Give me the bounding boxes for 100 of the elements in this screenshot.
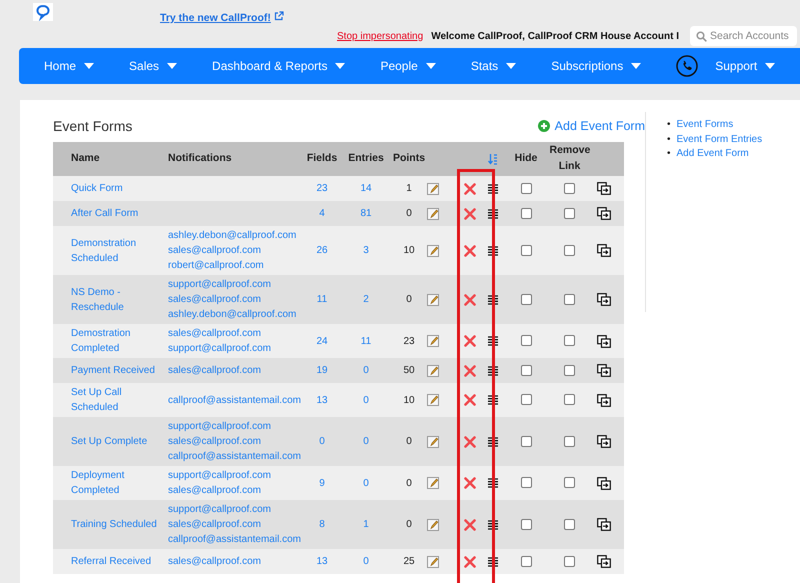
field-count-link[interactable]: 13 [316,392,328,408]
edit-icon[interactable] [427,477,439,489]
list-icon[interactable] [488,336,498,346]
copy-icon[interactable] [597,435,611,448]
edit-icon[interactable] [427,244,439,256]
hide-checkbox[interactable] [520,182,532,194]
search-field[interactable]: Search Accounts [690,26,797,46]
list-icon[interactable] [488,520,498,530]
entry-count-link[interactable]: 0 [363,554,369,569]
field-count-link[interactable]: 8 [319,517,325,532]
copy-icon[interactable] [597,244,611,257]
delete-icon[interactable] [464,556,476,568]
try-new-link[interactable]: Try the new CallProof! [160,11,271,27]
hide-checkbox[interactable] [520,556,532,567]
copy-icon[interactable] [597,334,611,348]
remove-link-checkbox[interactable] [564,244,575,256]
remove-link-checkbox[interactable] [564,208,575,219]
email-link[interactable]: callproof@assistantemail.com [168,532,301,547]
copy-icon[interactable] [597,394,611,406]
entry-count-link[interactable]: 0 [363,434,369,449]
entry-count-link[interactable]: 0 [363,476,369,490]
nav-menu-item[interactable]: Dashboard & Reports [212,57,346,75]
email-link[interactable]: sales@callproof.com [168,434,261,449]
delete-icon[interactable] [464,394,476,406]
entry-count-link[interactable]: 0 [363,392,369,408]
nav-menu-item[interactable]: Home [44,57,94,75]
remove-link-checkbox[interactable] [564,182,575,194]
entry-count-link[interactable]: 0 [363,363,369,378]
copy-icon[interactable] [597,207,611,220]
email-link[interactable]: sales@callproof.com [168,483,261,498]
email-link[interactable]: sales@callproof.com [168,326,261,341]
nav-menu-item[interactable]: Support [715,57,776,75]
email-link[interactable]: sales@callproof.com [168,292,261,307]
email-link[interactable]: callproof@assistantemail.com [168,449,301,464]
list-icon[interactable] [488,184,498,194]
delete-icon[interactable] [464,518,476,530]
list-icon[interactable] [488,395,498,405]
entry-count-link[interactable]: 81 [360,206,372,221]
remove-link-checkbox[interactable] [564,335,575,346]
copy-icon[interactable] [597,518,611,531]
field-count-link[interactable]: 26 [316,243,328,258]
stop-impersonating-link[interactable]: Stop impersonating [337,28,424,44]
email-link[interactable]: sales@callproof.com [168,517,261,532]
entry-count-link[interactable]: 1 [363,517,369,532]
list-icon[interactable] [488,556,498,566]
remove-link-checkbox[interactable] [564,394,575,406]
entry-count-link[interactable]: 11 [360,334,372,348]
list-icon[interactable] [488,366,498,376]
edit-icon[interactable] [427,518,439,530]
sidebar-link[interactable]: Event Forms [676,118,734,132]
edit-icon[interactable] [427,208,439,220]
remove-link-checkbox[interactable] [564,364,575,376]
hide-checkbox[interactable] [520,394,532,406]
hide-checkbox[interactable] [520,518,532,530]
email-link[interactable]: ashley.debon@callproof.com [168,307,296,322]
edit-icon[interactable] [427,364,439,376]
field-count-link[interactable]: 24 [316,334,328,348]
hide-checkbox[interactable] [520,335,532,346]
field-count-link[interactable]: 13 [316,554,328,569]
hide-checkbox[interactable] [520,294,532,305]
list-icon[interactable] [488,478,498,488]
remove-link-checkbox[interactable] [564,436,575,447]
email-link[interactable]: robert@callproof.com [168,258,264,273]
hide-checkbox[interactable] [520,208,532,219]
nav-menu-item[interactable]: People [380,57,436,75]
delete-icon[interactable] [464,335,476,347]
sidebar-link[interactable]: Event Form Entries [676,132,762,147]
remove-link-checkbox[interactable] [564,556,575,567]
email-link[interactable]: support@callproof.com [168,502,271,517]
entry-count-link[interactable]: 2 [363,292,369,307]
copy-icon[interactable] [597,293,611,306]
logo-icon[interactable] [33,3,53,21]
remove-link-checkbox[interactable] [564,477,575,488]
copy-icon[interactable] [597,364,611,377]
sidebar-link[interactable]: Add Event Form [676,147,749,162]
field-count-link[interactable]: 19 [316,363,328,378]
add-event-form-link[interactable]: Add Event Form [538,116,645,136]
remove-link-checkbox[interactable] [564,294,575,305]
nav-menu-item[interactable]: Stats [470,57,516,75]
delete-icon[interactable] [464,294,476,306]
copy-icon[interactable] [597,182,611,195]
delete-icon[interactable] [464,477,476,489]
edit-icon[interactable] [427,182,439,194]
delete-icon[interactable] [464,436,476,448]
email-link[interactable]: support@callproof.com [168,277,271,292]
entry-count-link[interactable]: 3 [363,243,369,258]
list-icon[interactable] [488,246,498,256]
delete-icon[interactable] [464,364,476,376]
field-count-link[interactable]: 9 [319,476,325,490]
list-icon[interactable] [488,294,498,304]
copy-icon[interactable] [597,555,611,568]
edit-icon[interactable] [427,556,439,568]
edit-icon[interactable] [427,436,439,448]
hide-checkbox[interactable] [520,244,532,256]
nav-menu-item[interactable]: Sales [129,57,178,75]
entry-count-link[interactable]: 14 [360,181,372,196]
remove-link-checkbox[interactable] [564,518,575,530]
phone-icon[interactable] [676,55,698,77]
hide-checkbox[interactable] [520,477,532,488]
email-link[interactable]: support@callproof.com [168,341,271,356]
